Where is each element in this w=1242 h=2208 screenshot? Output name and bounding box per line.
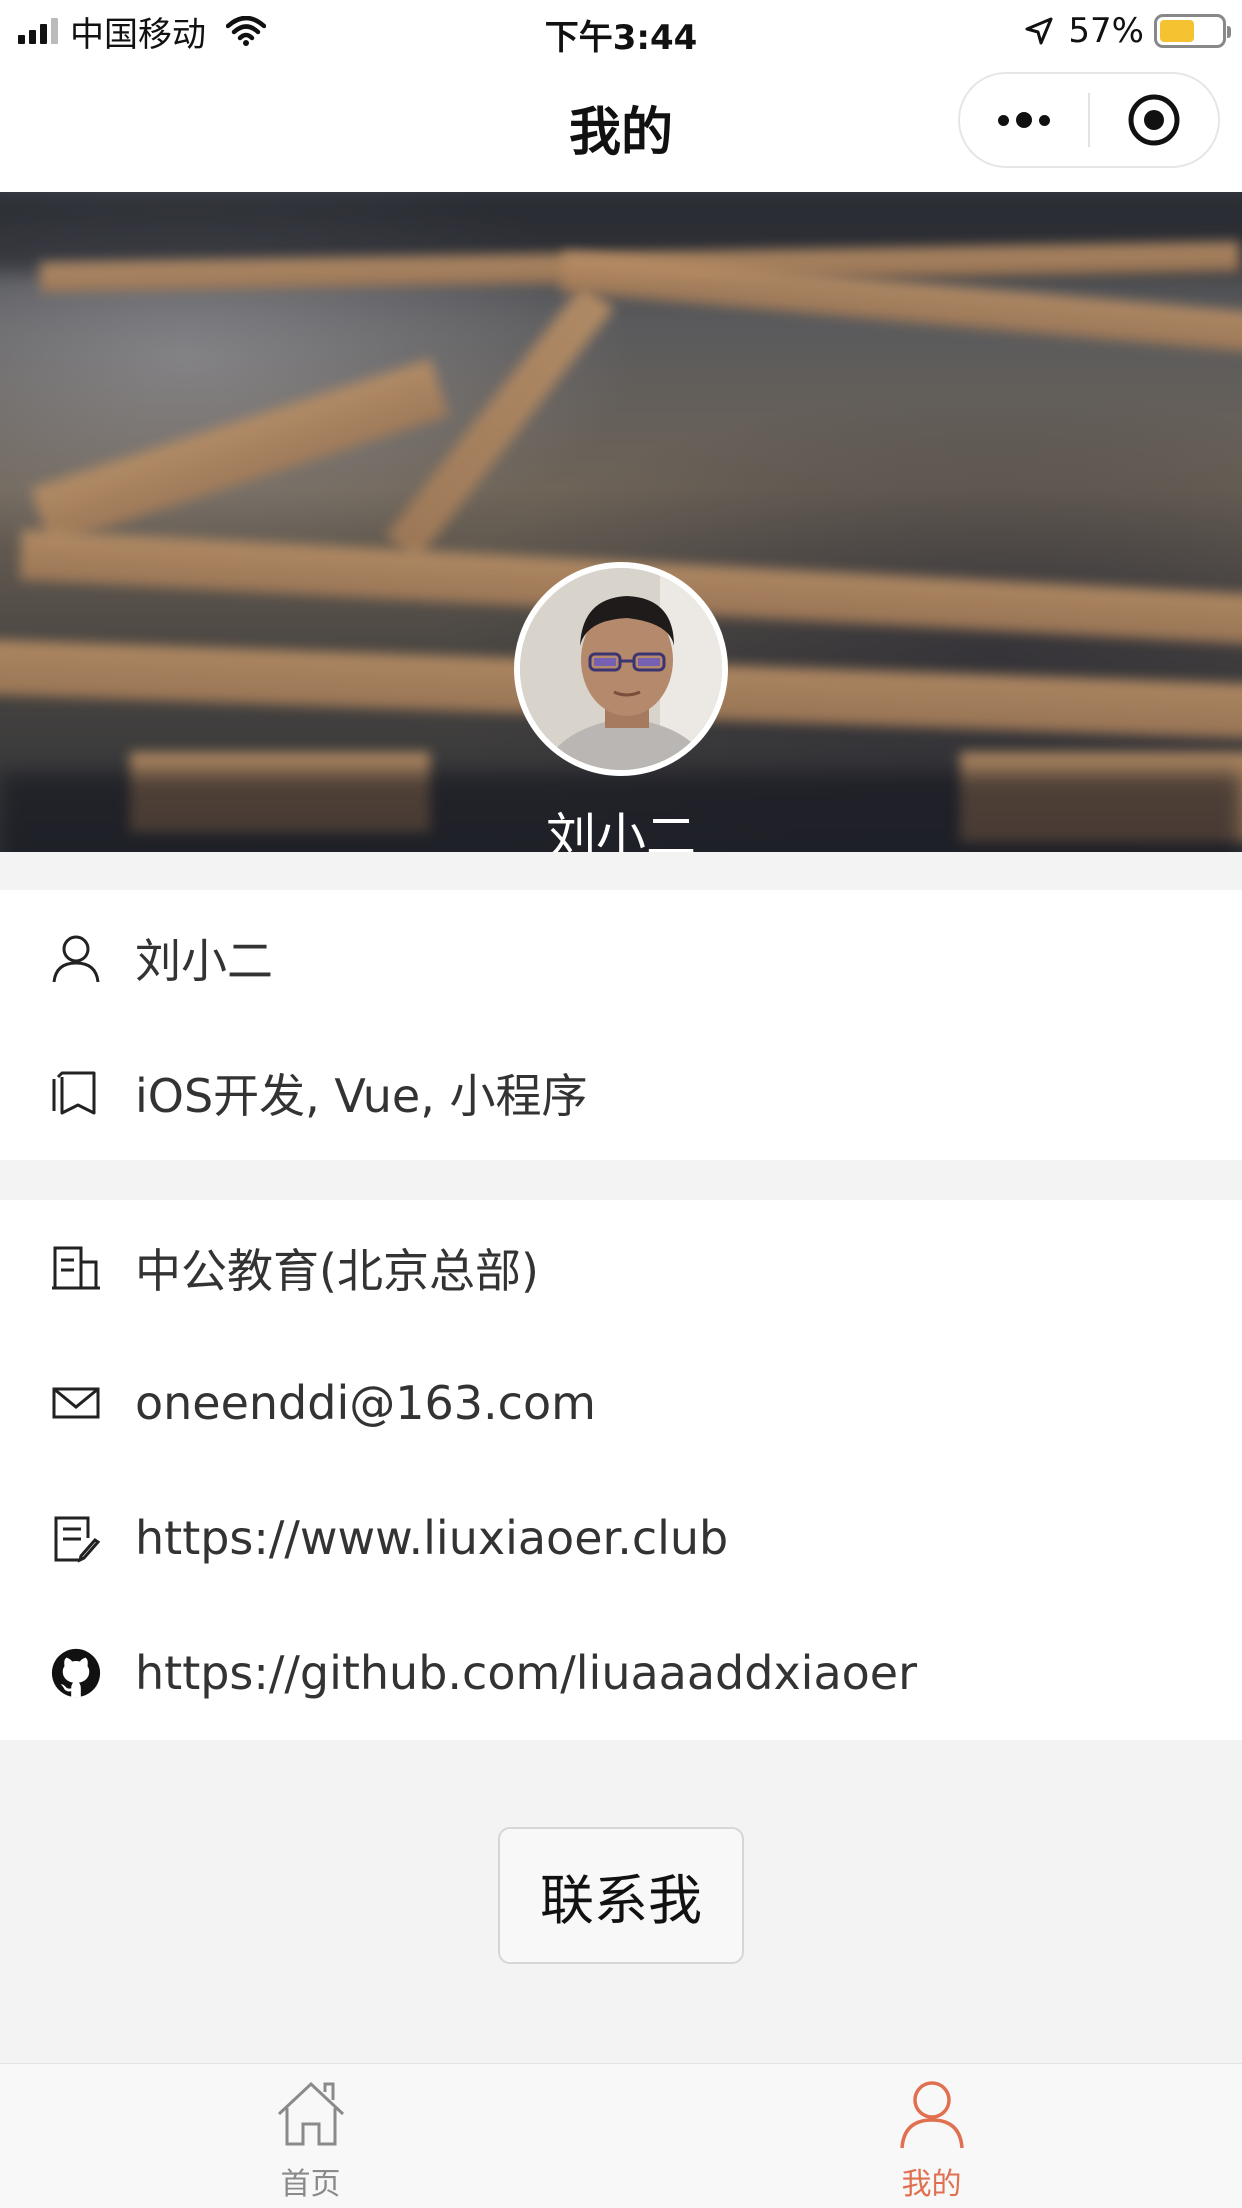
edit-doc-icon <box>50 1512 102 1564</box>
info-row-skills: iOS开发, Vue, 小程序 <box>0 1025 1242 1160</box>
info-company-text: 中公教育(北京总部) <box>135 1243 539 1298</box>
contact-me-button[interactable]: 联系我 <box>498 1827 744 1964</box>
more-button[interactable] <box>960 74 1088 166</box>
github-icon <box>50 1647 102 1699</box>
battery-icon <box>1154 14 1231 48</box>
home-icon <box>277 2081 344 2146</box>
info-row-name: 刘小二 <box>0 890 1242 1025</box>
user-icon <box>50 932 102 984</box>
nav-bar: 我的 <box>0 62 1242 192</box>
battery-percent: 57% <box>1068 11 1144 51</box>
info-email-text[interactable]: oneenddi@163.com <box>135 1376 596 1430</box>
more-dots-icon <box>998 112 1050 128</box>
location-arrow-icon <box>1025 17 1053 45</box>
building-icon <box>50 1242 102 1294</box>
status-bar: 中国移动 下午3:44 57% <box>0 0 1242 62</box>
tab-mine-label: 我的 <box>901 2167 962 2202</box>
target-close-icon <box>1128 94 1180 146</box>
tab-mine[interactable]: 我的 <box>621 2064 1242 2208</box>
info-row-company: 中公教育(北京总部) <box>0 1200 1242 1335</box>
info-skills-text: iOS开发, Vue, 小程序 <box>135 1068 588 1123</box>
page: 中国移动 下午3:44 57% 我的 刘小二 刘小二 iOS开发, Vue, 小… <box>0 0 1242 2208</box>
menu-capsule <box>958 72 1220 168</box>
tab-home-label: 首页 <box>280 2167 341 2202</box>
info-name-text: 刘小二 <box>135 933 273 988</box>
info-row-email[interactable]: oneenddi@163.com <box>0 1335 1242 1470</box>
profile-name: 刘小二 <box>546 808 696 852</box>
avatar[interactable] <box>514 562 728 776</box>
info-row-website[interactable]: https://www.liuxiaoer.club <box>0 1470 1242 1605</box>
battery-fill <box>1160 20 1195 42</box>
bookmark-icon <box>50 1067 102 1119</box>
avatar-photo <box>520 568 722 770</box>
basic-info-section: 刘小二 iOS开发, Vue, 小程序 <box>0 890 1242 1160</box>
contact-info-section: 中公教育(北京总部) oneenddi@163.com https://www.… <box>0 1200 1242 1740</box>
tab-bar: 首页 我的 <box>0 2063 1242 2208</box>
info-row-github[interactable]: https://github.com/liuaaaddxiaoer <box>0 1605 1242 1740</box>
info-website-text[interactable]: https://www.liuxiaoer.club <box>135 1511 728 1565</box>
profile-banner: 刘小二 <box>0 192 1242 852</box>
mail-icon <box>50 1377 102 1429</box>
tab-home[interactable]: 首页 <box>0 2064 621 2208</box>
status-right: 57% <box>1024 10 1231 52</box>
user-icon <box>899 2081 964 2149</box>
info-github-text[interactable]: https://github.com/liuaaaddxiaoer <box>135 1646 917 1700</box>
close-button[interactable] <box>1090 74 1218 166</box>
